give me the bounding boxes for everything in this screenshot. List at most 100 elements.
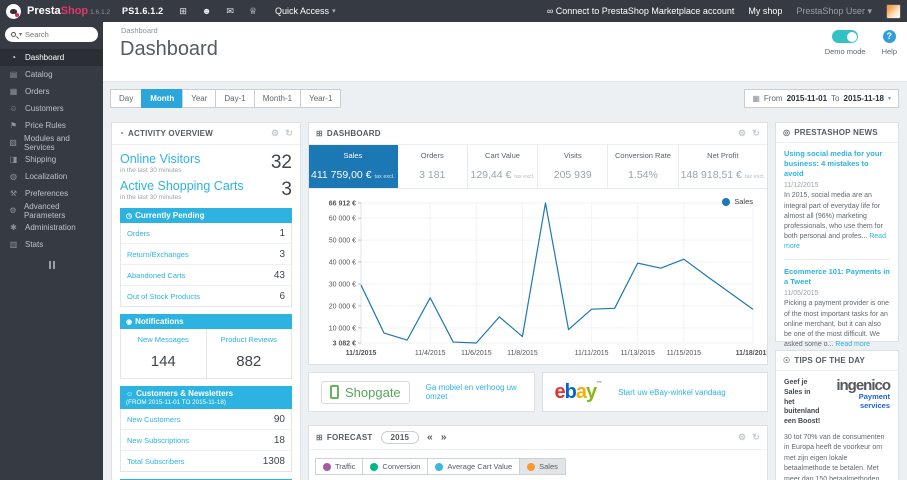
bell-icon: ◉ [126, 319, 133, 326]
demo-mode-toggle[interactable]: Demo mode [825, 30, 866, 56]
forward-icon[interactable]: » [441, 432, 447, 443]
notification-cell[interactable]: Product Reviews 882 [205, 329, 292, 378]
section-date-range: (FROM 2015-11-01 TO 2015-11-18) [126, 399, 226, 406]
kpi-value: 129,44 € [470, 169, 512, 181]
big-stat[interactable]: Active Shopping Carts in the last 30 min… [120, 179, 292, 201]
sidebar-item-icon: ▧ [9, 138, 17, 147]
user-avatar[interactable] [886, 3, 901, 19]
sidebar-item-label: Administration [25, 223, 76, 232]
sidebar-item-label: Modules and Services [24, 133, 70, 152]
refresh-icon[interactable]: ↻ [752, 128, 760, 139]
shopgate-link[interactable]: Ga mobiel en verhoog uw omzet [426, 383, 522, 401]
sidebar-item[interactable]: ▥ Stats [0, 236, 103, 253]
prestashop-news-panel: ◎ PRESTASHOP NEWS Using social media for… [775, 122, 899, 378]
sidebar-item[interactable]: ☺ Customers [0, 100, 103, 117]
sidebar-item-icon: ✱ [10, 223, 17, 232]
sidebar-item[interactable]: ⚒ Preferences [0, 185, 103, 202]
forecast-year[interactable]: 2015 [380, 431, 420, 444]
date-range-button[interactable]: Year-1 [300, 89, 342, 108]
toggle-on-icon[interactable] [832, 30, 859, 43]
cart-icon[interactable]: ⊞ [179, 6, 187, 17]
kpi-suffix: tax excl. [374, 174, 395, 180]
customers-row[interactable]: New Customers 90 [121, 409, 291, 430]
chart-legend[interactable]: Sales [722, 197, 753, 206]
kpi-tile[interactable]: Sales 411 759,00 € tax excl. [309, 145, 398, 188]
news-item-date: 11/12/2015 [784, 182, 819, 190]
big-stat[interactable]: Online Visitors in the last 30 minutes 3… [120, 152, 292, 174]
news-item-title[interactable]: Using social media for your business: 4 … [784, 149, 890, 179]
ingenico-logo[interactable]: ingenico Payment services [820, 378, 891, 410]
brand-shop: Shop [60, 5, 89, 17]
kpi-label: Visits [563, 151, 582, 160]
marketplace-link[interactable]: ∞ Connect to PrestaShop Marketplace acco… [547, 6, 735, 16]
ebay-logo[interactable]: ebay™ [555, 381, 603, 404]
customers-row[interactable]: New Subscriptions 18 [121, 430, 291, 451]
sidebar-item[interactable]: ▤ Catalog [0, 66, 103, 83]
refresh-icon[interactable]: ↻ [285, 128, 293, 139]
search-input[interactable] [25, 30, 84, 39]
sidebar-item[interactable]: ⚑ Price Rules [0, 117, 103, 134]
sidebar-item[interactable]: ▦ Orders [0, 83, 103, 100]
sidebar-collapse-icon[interactable] [0, 261, 103, 269]
help-button[interactable]: ? Help [882, 30, 897, 56]
date-range-button[interactable]: Day [110, 89, 143, 108]
pending-row[interactable]: Orders 1 [121, 223, 291, 244]
panel-title: PRESTASHOP NEWS [794, 128, 878, 137]
kpi-tile[interactable]: Net Profit 148 918,51 € tax excl. [679, 145, 767, 188]
forecast-metric-toggle[interactable]: Average Cart Value [427, 458, 521, 475]
badges-icon[interactable]: ♕ [249, 6, 257, 17]
shopgate-logo[interactable]: Shopgate [321, 380, 410, 404]
svg-text:11/1/2015: 11/1/2015 [346, 350, 377, 357]
notification-cell[interactable]: New Messages 144 [121, 329, 206, 378]
date-range-button[interactable]: Day-1 [215, 89, 255, 108]
date-range-button[interactable]: Month [141, 89, 184, 108]
pending-row[interactable]: Out of Stock Products 6 [121, 286, 291, 306]
sidebar-item[interactable]: ⚙ Advanced Parameters [0, 202, 103, 220]
big-stat-label: Active Shopping Carts [120, 179, 244, 193]
sidebar-item[interactable]: ▧ Modules and Services [0, 133, 103, 152]
news-item-date: 11/05/2015 [784, 290, 819, 298]
cart-icon: ⊞ [316, 433, 323, 442]
sidebar-item[interactable]: ✱ Administration [0, 219, 103, 236]
search-box[interactable]: ▾ [5, 27, 98, 42]
messages-icon[interactable]: ✉ [226, 6, 234, 17]
sidebar-item[interactable]: ◔ Dashboard [0, 49, 103, 66]
backward-icon[interactable]: « [427, 432, 433, 443]
sidebar-item[interactable]: ◨ Shipping [0, 151, 103, 168]
chevron-down-icon: ▾ [887, 96, 891, 102]
customers-newsletters-section: ☺ Customers & Newsletters (FROM 2015-11-0… [120, 386, 292, 472]
forecast-metric-toggle[interactable]: Conversion [362, 458, 429, 475]
pending-row[interactable]: Abandoned Carts 43 [121, 265, 291, 286]
my-shop-link[interactable]: My shop [748, 6, 782, 16]
ebay-link[interactable]: Start uw eBay-winkel vandaag [618, 388, 726, 397]
pending-row[interactable]: Return/Exchanges 3 [121, 244, 291, 265]
forecast-metric-toggle[interactable]: Sales [519, 458, 566, 475]
customers-icon[interactable]: ☻ [202, 6, 211, 17]
customers-row[interactable]: Total Subscribers 1308 [121, 451, 291, 471]
gear-icon[interactable]: ⚙ [738, 432, 746, 443]
user-menu[interactable]: PrestaShop User ▾ [796, 6, 872, 17]
gear-icon[interactable]: ⚙ [738, 128, 746, 139]
metric-dot [323, 462, 331, 471]
kpi-tile[interactable]: Orders 3 181 [398, 145, 468, 188]
date-range-button[interactable]: Year [182, 89, 217, 108]
read-more-link[interactable]: Read more [835, 341, 870, 348]
news-item-title[interactable]: Ecommerce 101: Payments in a Tweet [784, 267, 890, 287]
kpi-tile[interactable]: Visits 205 939 [538, 145, 609, 188]
kpi-value: 411 759,00 € [311, 169, 372, 181]
date-range-button[interactable]: Month-1 [253, 89, 302, 108]
quick-access-menu[interactable]: Quick Access ▾ [275, 6, 336, 16]
kpi-tile[interactable]: Cart Value 129,44 € tax excl. [468, 145, 539, 188]
kpi-label: Net Profit [707, 151, 739, 160]
topbar: PrestaShop 1.6.1.2 PS1.6.1.2 ⊞ ☻ ✉ ♕ Quic… [0, 0, 907, 22]
svg-text:30 000 €: 30 000 € [329, 281, 356, 288]
sidebar-item[interactable]: ◍ Localization [0, 168, 103, 185]
refresh-icon[interactable]: ↻ [752, 432, 760, 443]
gear-icon[interactable]: ⚙ [271, 128, 279, 139]
divider [784, 259, 890, 261]
kpi-tile[interactable]: Conversion Rate 1.54% [608, 145, 679, 188]
date-picker[interactable]: ▦ From 2015-11-01 To 2015-11-18 ▾ [744, 89, 899, 108]
chevron-down-icon: ▾ [332, 8, 336, 15]
forecast-metric-toggle[interactable]: Traffic [315, 458, 364, 475]
svg-text:20 000 €: 20 000 € [329, 303, 356, 310]
